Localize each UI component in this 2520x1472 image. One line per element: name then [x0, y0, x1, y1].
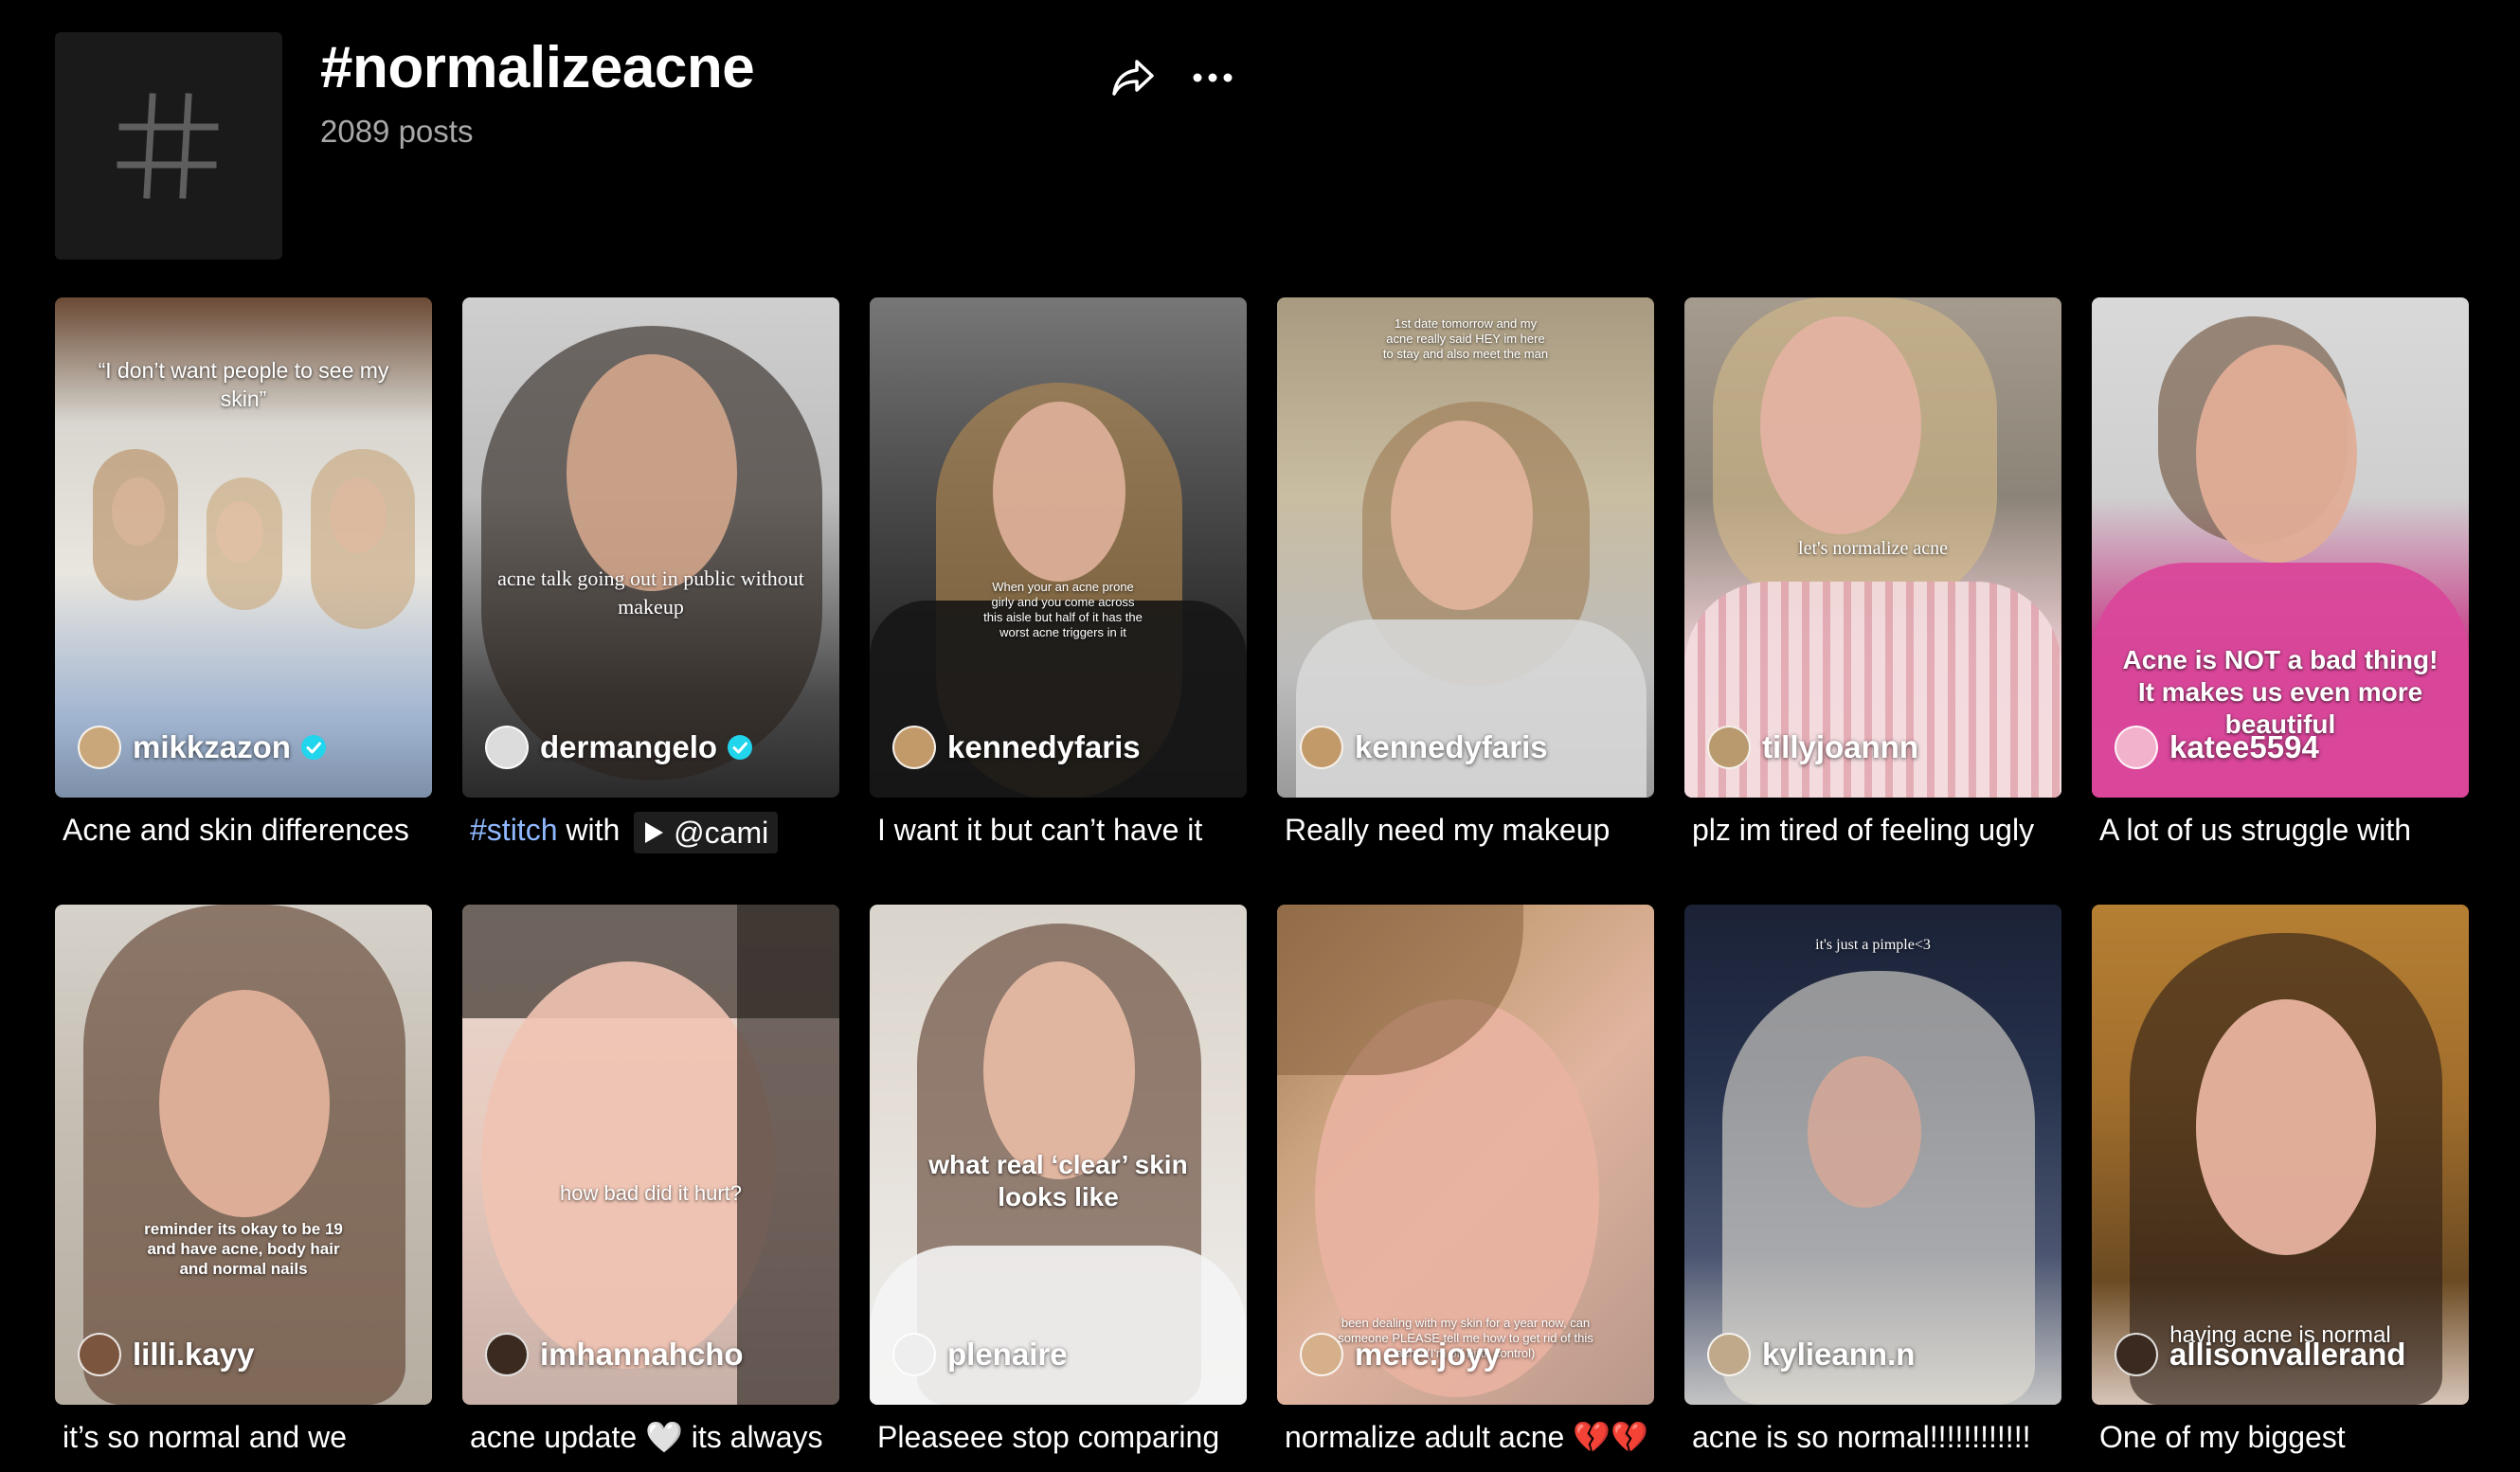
play-icon	[645, 821, 664, 843]
stitch-tag-link[interactable]: #stitch	[470, 813, 557, 847]
author-name[interactable]: tillyjoannn	[1762, 729, 1918, 765]
video-card[interactable]: reminder its okay to be 19 and have acne…	[55, 904, 432, 1456]
video-caption[interactable]: #stitch with @cami	[462, 811, 839, 853]
overlay-text: “I don’t want people to see my skin”	[98, 358, 389, 411]
author-row[interactable]: mikkzazon	[78, 724, 417, 771]
avatar	[892, 726, 936, 769]
avatar	[485, 1332, 529, 1376]
video-caption[interactable]: acne update 🤍 its always	[462, 1418, 839, 1456]
video-thumbnail[interactable]: having acne is normal allisonvallerand	[2092, 904, 2469, 1405]
author-row[interactable]: kennedyfaris	[892, 724, 1232, 771]
overlay-text: let's normalize acne	[1798, 538, 1948, 559]
author-row[interactable]: allisonvallerand	[2115, 1331, 2454, 1378]
mention-text: @cami	[674, 815, 769, 850]
avatar	[2115, 1332, 2158, 1376]
overlay-text: reminder its okay to be 19 and have acne…	[144, 1219, 343, 1278]
avatar	[1300, 1332, 1343, 1376]
author-name[interactable]: imhannahcho	[540, 1337, 744, 1373]
avatar	[1707, 726, 1751, 769]
video-card[interactable]: “I don’t want people to see my skin” mik…	[55, 297, 432, 853]
video-thumbnail[interactable]: been dealing with my skin for a year now…	[1277, 904, 1654, 1405]
author-row[interactable]: plenaire	[892, 1331, 1232, 1378]
avatar	[1707, 1332, 1751, 1376]
overlay-text: 1st date tomorrow and my acne really sai…	[1382, 316, 1549, 361]
author-row[interactable]: imhannahcho	[485, 1331, 824, 1378]
more-options-button[interactable]	[1186, 51, 1239, 104]
video-card[interactable]: let's normalize acne tillyjoannn plz im …	[1684, 297, 2061, 853]
video-thumbnail[interactable]: “I don’t want people to see my skin” mik…	[55, 297, 432, 798]
video-caption[interactable]: plz im tired of feeling ugly	[1684, 811, 2061, 849]
overlay-text: what real ‘clear’ skin looks like	[928, 1149, 1188, 1212]
author-row[interactable]: kennedyfaris	[1300, 724, 1639, 771]
video-thumbnail[interactable]: it's just a pimple<3 kylieann.n	[1684, 904, 2061, 1405]
video-card[interactable]: how bad did it hurt? imhannahcho acne up…	[462, 904, 839, 1456]
author-name[interactable]: kennedyfaris	[1355, 729, 1548, 765]
video-card[interactable]: Acne is NOT a bad thing! It makes us eve…	[2092, 297, 2469, 853]
video-caption[interactable]: Really need my makeup	[1277, 811, 1654, 849]
overlay-text: it's just a pimple<3	[1815, 936, 1931, 953]
video-card[interactable]: been dealing with my skin for a year now…	[1277, 904, 1654, 1456]
video-card[interactable]: acne talk going out in public without ma…	[462, 297, 839, 853]
verified-badge-icon	[728, 735, 753, 760]
video-caption[interactable]: acne is so normal!!!!!!!!!!!!	[1684, 1418, 2061, 1456]
verified-badge-icon	[300, 735, 326, 760]
video-thumbnail[interactable]: reminder its okay to be 19 and have acne…	[55, 904, 432, 1405]
avatar	[1300, 726, 1343, 769]
video-caption[interactable]: I want it but can’t have it	[870, 811, 1247, 849]
avatar	[78, 1332, 121, 1376]
video-caption[interactable]: it’s so normal and we	[55, 1418, 432, 1456]
video-card[interactable]: it's just a pimple<3 kylieann.n acne is …	[1684, 904, 2061, 1456]
avatar	[78, 726, 121, 769]
author-row[interactable]: mere.joyy	[1300, 1331, 1639, 1378]
author-name[interactable]: mikkzazon	[133, 729, 291, 765]
author-row[interactable]: lilli.kayy	[78, 1331, 417, 1378]
share-button[interactable]	[1105, 51, 1161, 104]
page-title: #normalizeacne	[320, 35, 755, 100]
video-caption[interactable]: A lot of us struggle with	[2092, 811, 2469, 849]
video-caption[interactable]: Pleaseee stop comparing	[870, 1418, 1247, 1456]
video-thumbnail[interactable]: When your an acne prone girly and you co…	[870, 297, 1247, 798]
video-thumbnail[interactable]: Acne is NOT a bad thing! It makes us eve…	[2092, 297, 2469, 798]
tag-page: #normalizeacne 2089 posts “I don’t want …	[0, 0, 2520, 1472]
video-caption[interactable]: normalize adult acne 💔💔	[1277, 1418, 1654, 1456]
overlay-text: how bad did it hurt?	[559, 1180, 743, 1205]
video-thumbnail[interactable]: let's normalize acne tillyjoannn	[1684, 297, 2061, 798]
video-thumbnail[interactable]: how bad did it hurt? imhannahcho	[462, 904, 839, 1405]
author-row[interactable]: tillyjoannn	[1707, 724, 2046, 771]
video-thumbnail[interactable]: what real ‘clear’ skin looks like plenai…	[870, 904, 1247, 1405]
author-row[interactable]: kylieann.n	[1707, 1331, 2046, 1378]
author-name[interactable]: kylieann.n	[1762, 1337, 1915, 1373]
avatar	[485, 726, 529, 769]
post-count: 2089 posts	[320, 114, 474, 149]
author-name[interactable]: plenaire	[947, 1337, 1068, 1373]
video-card[interactable]: having acne is normal allisonvallerand O…	[2092, 904, 2469, 1456]
author-name[interactable]: lilli.kayy	[133, 1337, 254, 1373]
author-name[interactable]: allisonvallerand	[2169, 1337, 2405, 1373]
author-name[interactable]: mere.joyy	[1355, 1337, 1501, 1373]
caption-with-text: with	[566, 813, 621, 847]
share-arrow-icon	[1112, 60, 1154, 96]
video-caption[interactable]: One of my biggest	[2092, 1418, 2469, 1456]
hashtag-avatar	[55, 32, 282, 260]
mention-chip[interactable]: @cami	[634, 811, 779, 853]
video-thumbnail[interactable]: acne talk going out in public without ma…	[462, 297, 839, 798]
video-card[interactable]: 1st date tomorrow and my acne really sai…	[1277, 297, 1654, 853]
video-grid: “I don’t want people to see my skin” mik…	[55, 297, 2471, 1456]
overlay-text: acne talk going out in public without ma…	[497, 566, 804, 619]
video-card[interactable]: what real ‘clear’ skin looks like plenai…	[870, 904, 1247, 1456]
author-row[interactable]: dermangelo	[485, 724, 824, 771]
author-name[interactable]: katee5594	[2169, 729, 2319, 765]
overlay-text: When your an acne prone girly and you co…	[983, 580, 1143, 639]
more-dots-icon	[1193, 73, 1233, 82]
video-card[interactable]: When your an acne prone girly and you co…	[870, 297, 1247, 853]
video-caption[interactable]: Acne and skin differences	[55, 811, 432, 849]
hashtag-icon	[117, 93, 219, 199]
author-row[interactable]: katee5594	[2115, 724, 2454, 771]
author-name[interactable]: dermangelo	[540, 729, 717, 765]
video-thumbnail[interactable]: 1st date tomorrow and my acne really sai…	[1277, 297, 1654, 798]
avatar	[2115, 726, 2158, 769]
author-name[interactable]: kennedyfaris	[947, 729, 1141, 765]
avatar	[892, 1332, 936, 1376]
